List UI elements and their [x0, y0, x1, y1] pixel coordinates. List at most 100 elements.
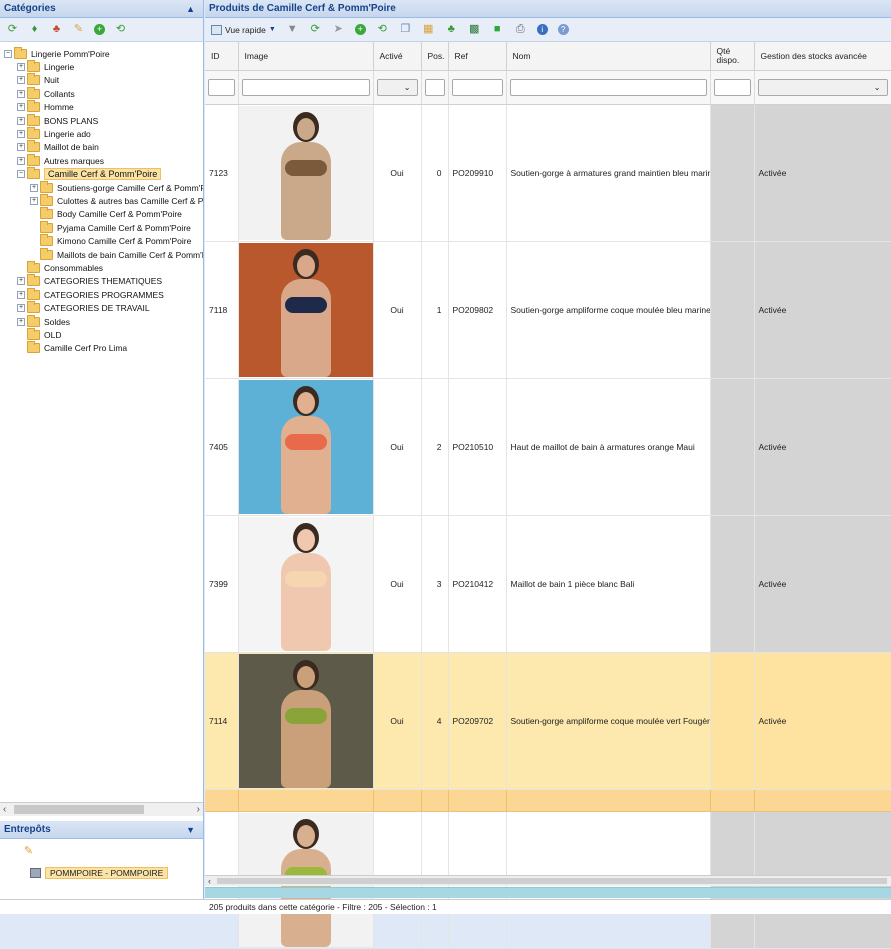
col-header-image[interactable]: Image: [238, 42, 374, 71]
tree-node[interactable]: − Camille Cerf & Pomm'Poire: [0, 167, 203, 181]
scroll-left-icon[interactable]: ‹: [208, 876, 211, 886]
help-icon[interactable]: ?: [557, 24, 569, 35]
tree-node[interactable]: + CATEGORIES THEMATIQUES: [0, 274, 203, 288]
collapse-icon[interactable]: −: [17, 170, 25, 179]
tree-node[interactable]: + Soutiens-gorge Camille Cerf & Pomm'Poir…: [0, 180, 203, 194]
grid-icon: [211, 24, 222, 35]
collapse-icon[interactable]: −: [4, 49, 12, 58]
cell-stock: Activée: [754, 378, 891, 516]
edit-icon[interactable]: ▦: [422, 23, 435, 36]
tree-node[interactable]: + Culottes & autres bas Camille Cerf & Po…: [0, 193, 203, 207]
expand-icon[interactable]: +: [17, 277, 25, 286]
tree-node-label: Consommables: [44, 262, 104, 273]
expand-icon[interactable]: +: [30, 183, 38, 192]
info-icon[interactable]: i: [536, 24, 548, 35]
table-row[interactable]: 7399 Oui 3 PO210412 Maillot de bain 1 pièce …: [205, 515, 891, 653]
col-header-name[interactable]: Nom: [506, 42, 711, 71]
col-header-id[interactable]: ID: [205, 42, 239, 71]
refresh-icon[interactable]: ⟳: [6, 23, 19, 36]
expand-icon[interactable]: +: [17, 103, 25, 112]
expand-icon[interactable]: +: [17, 116, 25, 125]
scroll-right-icon[interactable]: ›: [197, 804, 200, 815]
tree-node[interactable]: + Nuit: [0, 73, 203, 87]
tree-node[interactable]: OLD: [0, 327, 203, 341]
expand-icon[interactable]: +: [17, 143, 25, 152]
collapse-icon[interactable]: ▲: [186, 0, 195, 18]
expand-icon[interactable]: +: [17, 89, 25, 98]
tree-icon[interactable]: ♣: [50, 23, 63, 36]
expand-icon[interactable]: +: [17, 290, 25, 299]
expand-icon[interactable]: +: [17, 76, 25, 85]
tree-node[interactable]: − Lingerie Pomm'Poire: [0, 46, 203, 60]
expand-icon[interactable]: +: [17, 317, 25, 326]
scrollbar-thumb[interactable]: [14, 805, 144, 814]
add-icon[interactable]: +: [94, 24, 105, 35]
tree-node[interactable]: + Soldes: [0, 314, 203, 328]
print-icon[interactable]: ⎙: [514, 23, 527, 36]
tree-node[interactable]: + Autres marques: [0, 153, 203, 167]
col-header-active[interactable]: Activé: [373, 42, 422, 71]
filter-icon[interactable]: ▼: [286, 23, 299, 36]
scroll-left-icon[interactable]: ‹: [3, 804, 6, 815]
filter-name-input[interactable]: [509, 78, 707, 96]
quick-view-button[interactable]: Vue rapide ▼: [211, 24, 276, 35]
add-category-icon[interactable]: ♦: [28, 23, 41, 36]
col-header-stock[interactable]: Gestion des stocks avancée: [754, 42, 891, 71]
col-header-pos[interactable]: Pos.: [421, 42, 449, 71]
table-row[interactable]: 7405 Oui 2 PO210510 Haut de maillot de bain …: [205, 378, 891, 516]
chevron-down-icon[interactable]: ▼: [186, 821, 195, 839]
expand-icon[interactable]: +: [17, 156, 25, 165]
filter-pos-input[interactable]: [424, 78, 445, 96]
tree-node[interactable]: Kimono Camille Cerf & Pomm'Poire: [0, 234, 203, 247]
scrollbar-thumb[interactable]: [217, 878, 887, 884]
tree-node[interactable]: + Lingerie: [0, 60, 203, 73]
col-header-qty[interactable]: Qté dispo.: [710, 42, 755, 71]
tree-node[interactable]: + Collants: [0, 86, 203, 100]
table-row[interactable]: 7118 Oui 1 PO209802 Soutien-gorge ampliforme…: [205, 241, 891, 379]
tree-node[interactable]: + CATEGORIES PROGRAMMES: [0, 287, 203, 301]
table-row[interactable]: 7114 Oui 4 PO209702 Soutien-gorge ampliforme…: [205, 652, 891, 790]
tree-icon[interactable]: ♣: [445, 23, 458, 36]
warehouses-header[interactable]: Entrepôts ▼: [0, 821, 203, 839]
filter-active-select[interactable]: ⌄: [376, 78, 418, 96]
expand-icon[interactable]: +: [17, 130, 25, 139]
tree-node[interactable]: Pyjama Camille Cerf & Pomm'Poire: [0, 220, 203, 234]
edit-icon[interactable]: ✎: [22, 845, 35, 858]
expand-icon[interactable]: +: [17, 304, 25, 313]
excel-icon[interactable]: ▩: [468, 23, 481, 36]
green-icon[interactable]: ■: [491, 23, 504, 36]
col-header-ref[interactable]: Ref: [448, 42, 507, 71]
cell-stock: Activée: [754, 241, 891, 379]
cursor-icon[interactable]: ➤: [332, 23, 345, 36]
add-icon[interactable]: +: [354, 24, 366, 35]
table-row[interactable]: 7123 Oui 0 PO209910 Soutien-gorge à armature…: [205, 104, 891, 242]
refresh-green-icon[interactable]: ⟲: [114, 23, 127, 36]
tree-node-label: OLD: [44, 329, 62, 340]
folder-icon: [27, 60, 40, 73]
filter-image-input[interactable]: [241, 78, 370, 96]
tree-node[interactable]: Maillots de bain Camille Cerf & Pomm'Poi…: [0, 247, 203, 261]
filter-qty-input[interactable]: [713, 78, 751, 96]
refresh-icon[interactable]: ⟳: [309, 23, 322, 36]
filter-ref-input[interactable]: [451, 78, 503, 96]
edit-icon[interactable]: ✎: [72, 23, 85, 36]
warehouse-item[interactable]: POMMPOIRE - POMMPOIRE: [30, 866, 169, 880]
filter-stock-select[interactable]: ⌄: [757, 78, 888, 96]
tree-horizontal-scrollbar[interactable]: ‹ ›: [0, 802, 203, 816]
folder-icon: [27, 287, 40, 300]
copy-icon[interactable]: ❐: [399, 23, 412, 36]
refresh-green-icon[interactable]: ⟲: [376, 23, 389, 36]
expand-icon[interactable]: +: [17, 63, 25, 72]
tree-node[interactable]: + Homme: [0, 100, 203, 114]
expand-icon[interactable]: +: [30, 196, 38, 205]
categories-header[interactable]: Catégories ▲: [0, 0, 203, 18]
tree-node[interactable]: + BONS PLANS: [0, 113, 203, 127]
tree-node[interactable]: + CATEGORIES DE TRAVAIL: [0, 301, 203, 314]
tree-node[interactable]: + Maillot de bain: [0, 140, 203, 154]
tree-node[interactable]: + Lingerie ado: [0, 127, 203, 140]
grid-horizontal-scrollbar[interactable]: ‹: [205, 875, 891, 886]
filter-id-input[interactable]: [208, 78, 235, 96]
tree-node[interactable]: Consommables: [0, 260, 203, 274]
tree-node[interactable]: Camille Cerf Pro Lima: [0, 341, 203, 355]
tree-node[interactable]: Body Camille Cerf & Pomm'Poire: [0, 207, 203, 221]
